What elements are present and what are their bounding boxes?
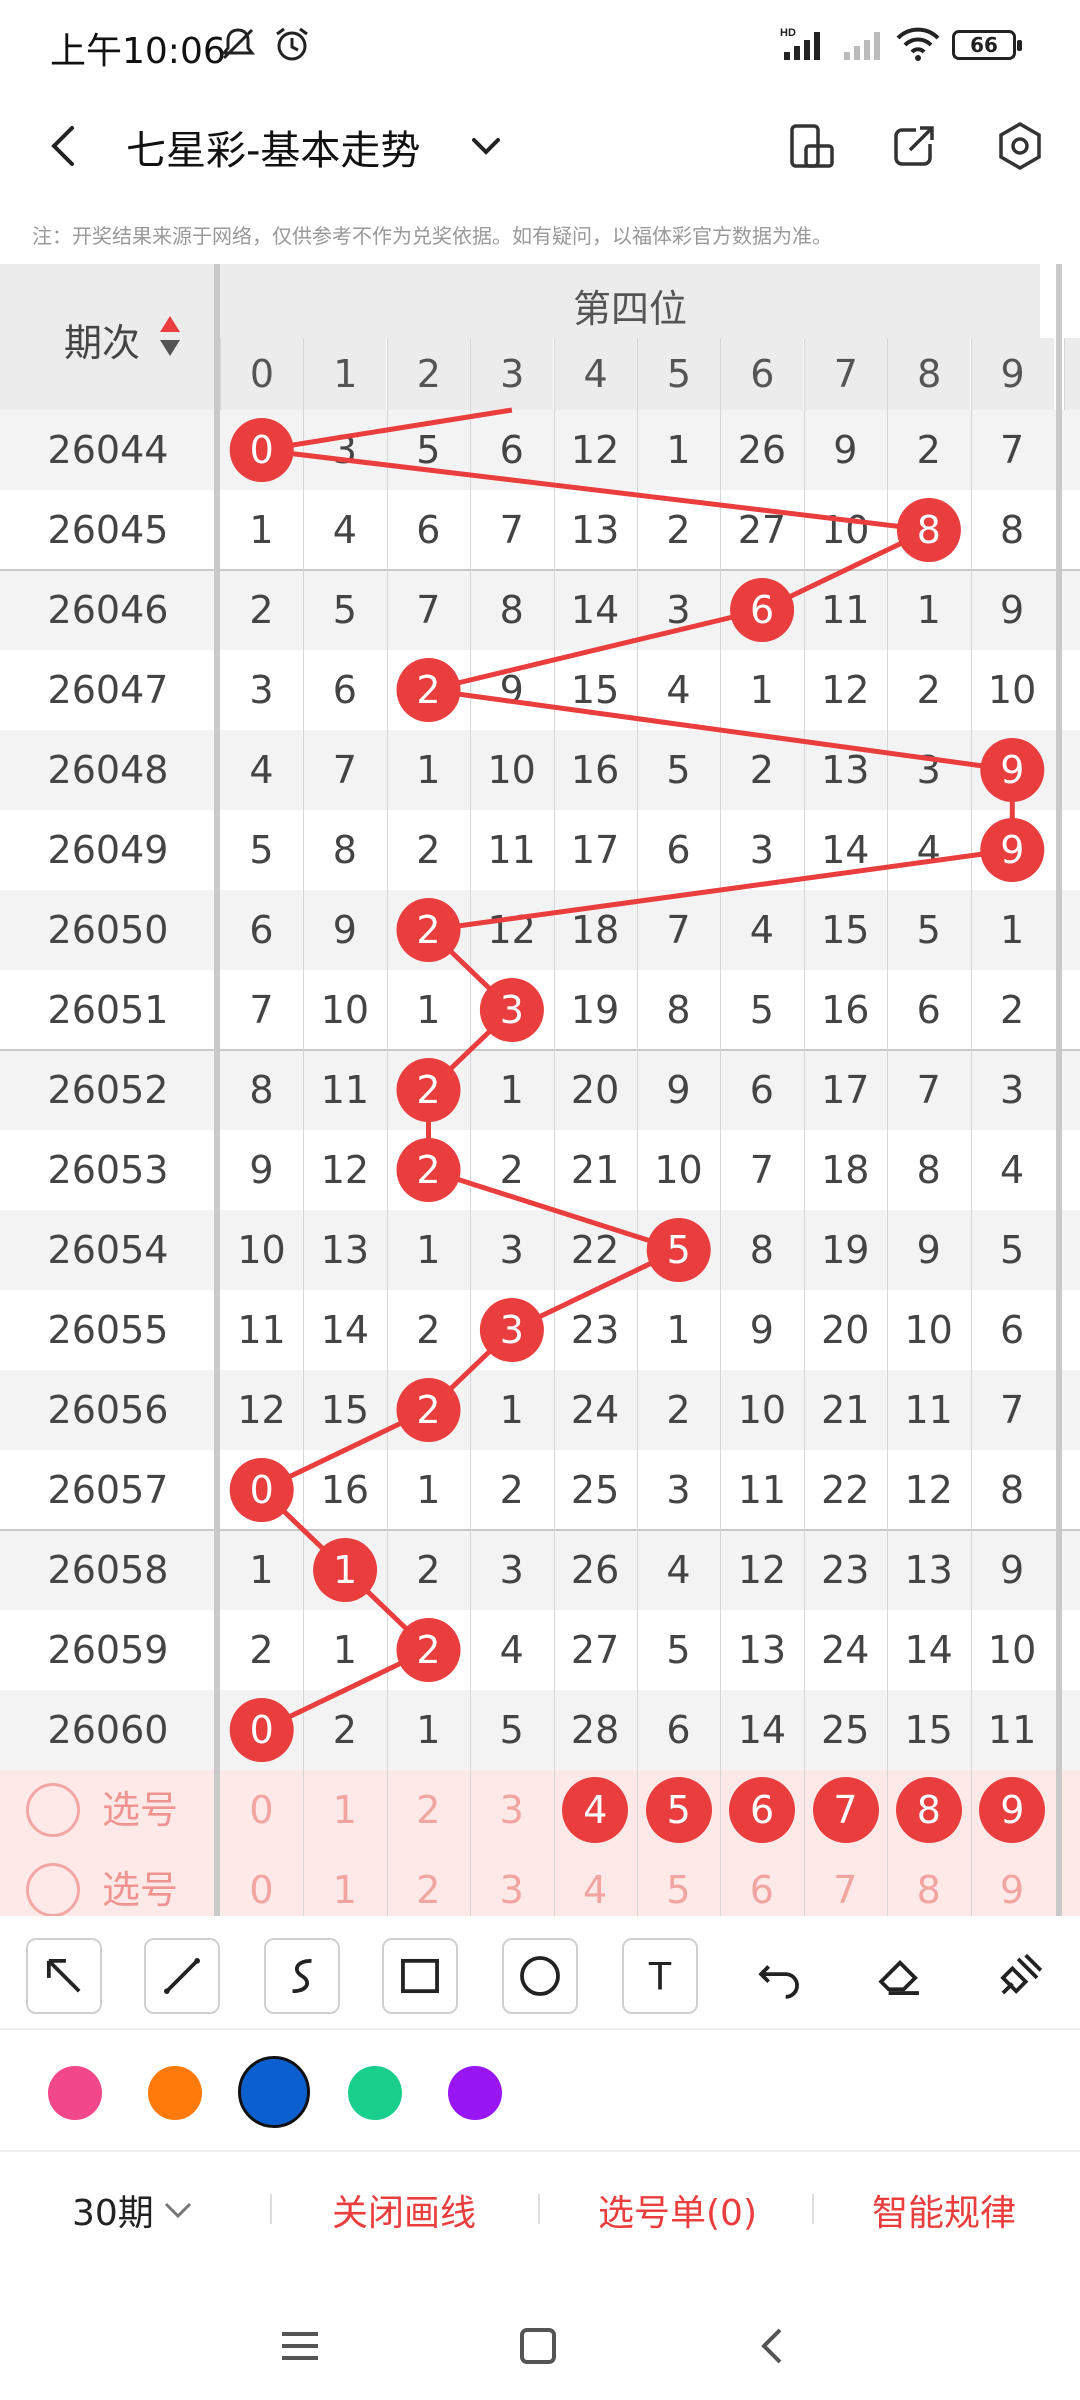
hit-ball-number: 9 bbox=[1000, 828, 1024, 872]
hit-ball-number: 9 bbox=[1000, 748, 1024, 792]
hit-ball-number: 0 bbox=[250, 1468, 274, 1512]
eraser-icon[interactable] bbox=[862, 1938, 938, 2014]
selection-list-button[interactable]: 选号单(0) bbox=[598, 2184, 757, 2236]
disclaimer-notice: 注：开奖结果来源于网络，仅供参考不作为兑奖依据。如有疑问，以福体彩官方数据为准。 bbox=[32, 224, 832, 248]
trend-line-segment bbox=[261, 407, 513, 453]
hit-ball-number: 2 bbox=[416, 1388, 440, 1432]
nav-back-icon[interactable] bbox=[752, 2324, 792, 2368]
arrow-icon[interactable] bbox=[26, 1938, 102, 2014]
trend-line-segment bbox=[428, 687, 1013, 773]
network-label: HD bbox=[780, 27, 796, 39]
color-swatch[interactable] bbox=[148, 2066, 202, 2120]
color-swatch[interactable] bbox=[448, 2066, 502, 2120]
hit-ball-number: 3 bbox=[500, 1308, 524, 1352]
share-icon[interactable] bbox=[884, 116, 944, 176]
trend-table[interactable]: 期次 第四位 01234567890 260440356121269276260… bbox=[0, 264, 1080, 1916]
trend-line-segment bbox=[261, 447, 930, 533]
page-title[interactable]: 七星彩-基本走势 bbox=[126, 118, 420, 176]
signal-2-icon bbox=[844, 32, 880, 60]
close-lines-button[interactable]: 关闭画线 bbox=[332, 2184, 476, 2236]
bottom-bar: 30期 关闭画线 选号单(0) 智能规律 bbox=[0, 2154, 1080, 2266]
alarm-icon bbox=[276, 27, 308, 61]
color-swatch[interactable] bbox=[48, 2066, 102, 2120]
signal-icon: HD bbox=[780, 27, 820, 60]
hit-ball-number: 2 bbox=[416, 1628, 440, 1672]
color-palette bbox=[0, 2032, 1080, 2152]
undo-icon[interactable] bbox=[742, 1938, 818, 2014]
hit-ball-number: 2 bbox=[416, 668, 440, 712]
text-tool-glyph: T bbox=[648, 1954, 672, 1998]
system-nav-bar bbox=[0, 2290, 1080, 2400]
freehand-icon[interactable] bbox=[264, 1938, 340, 2014]
period-count-dropdown[interactable]: 30期 bbox=[72, 2184, 154, 2236]
text-icon[interactable]: T bbox=[622, 1938, 698, 2014]
circle-icon[interactable] bbox=[502, 1938, 578, 2014]
hit-ball-number: 8 bbox=[917, 508, 941, 552]
hit-ball-number: 2 bbox=[416, 908, 440, 952]
app-header: 七星彩-基本走势 bbox=[0, 92, 1080, 200]
smart-rules-button[interactable]: 智能规律 bbox=[872, 2184, 1016, 2236]
clear-icon[interactable] bbox=[982, 1938, 1058, 2014]
trend-line-segment bbox=[428, 847, 1013, 933]
hit-ball-number: 0 bbox=[250, 428, 274, 472]
status-time: 上午10:06 bbox=[50, 31, 226, 72]
hit-ball-number: 2 bbox=[416, 1148, 440, 1192]
rectangle-icon[interactable] bbox=[382, 1938, 458, 2014]
hit-ball-number: 0 bbox=[250, 1708, 274, 1752]
color-swatch[interactable] bbox=[238, 2056, 310, 2128]
hit-ball-number: 2 bbox=[416, 1068, 440, 1112]
hit-ball-number: 3 bbox=[500, 988, 524, 1032]
wifi-icon bbox=[896, 27, 940, 61]
trend-line-segment bbox=[427, 607, 763, 693]
hit-ball-number: 1 bbox=[333, 1548, 357, 1592]
mute-icon bbox=[220, 28, 256, 60]
chevron-down-icon[interactable] bbox=[160, 2198, 196, 2222]
hit-ball-number: 5 bbox=[667, 1228, 691, 1272]
color-swatch[interactable] bbox=[348, 2066, 402, 2120]
chevron-down-icon[interactable] bbox=[456, 116, 516, 176]
home-icon[interactable] bbox=[516, 2324, 560, 2368]
battery-icon: 66 bbox=[952, 30, 1022, 60]
status-bar: 上午10:06 HD 66 bbox=[0, 0, 1080, 92]
menu-icon[interactable] bbox=[278, 2326, 322, 2366]
back-icon[interactable] bbox=[34, 116, 94, 176]
trend-line-segment bbox=[427, 1167, 680, 1253]
drawing-toolbar: T bbox=[0, 1918, 1080, 2030]
trend-line-overlay: 0 8 6 2 9 9 2 3 2 2 5 3 2 0 1 2 0 bbox=[229, 407, 1045, 1762]
hit-ball-number: 6 bbox=[750, 588, 774, 632]
landscape-icon[interactable] bbox=[782, 116, 842, 176]
settings-icon[interactable] bbox=[990, 116, 1050, 176]
line-icon[interactable] bbox=[144, 1938, 220, 2014]
